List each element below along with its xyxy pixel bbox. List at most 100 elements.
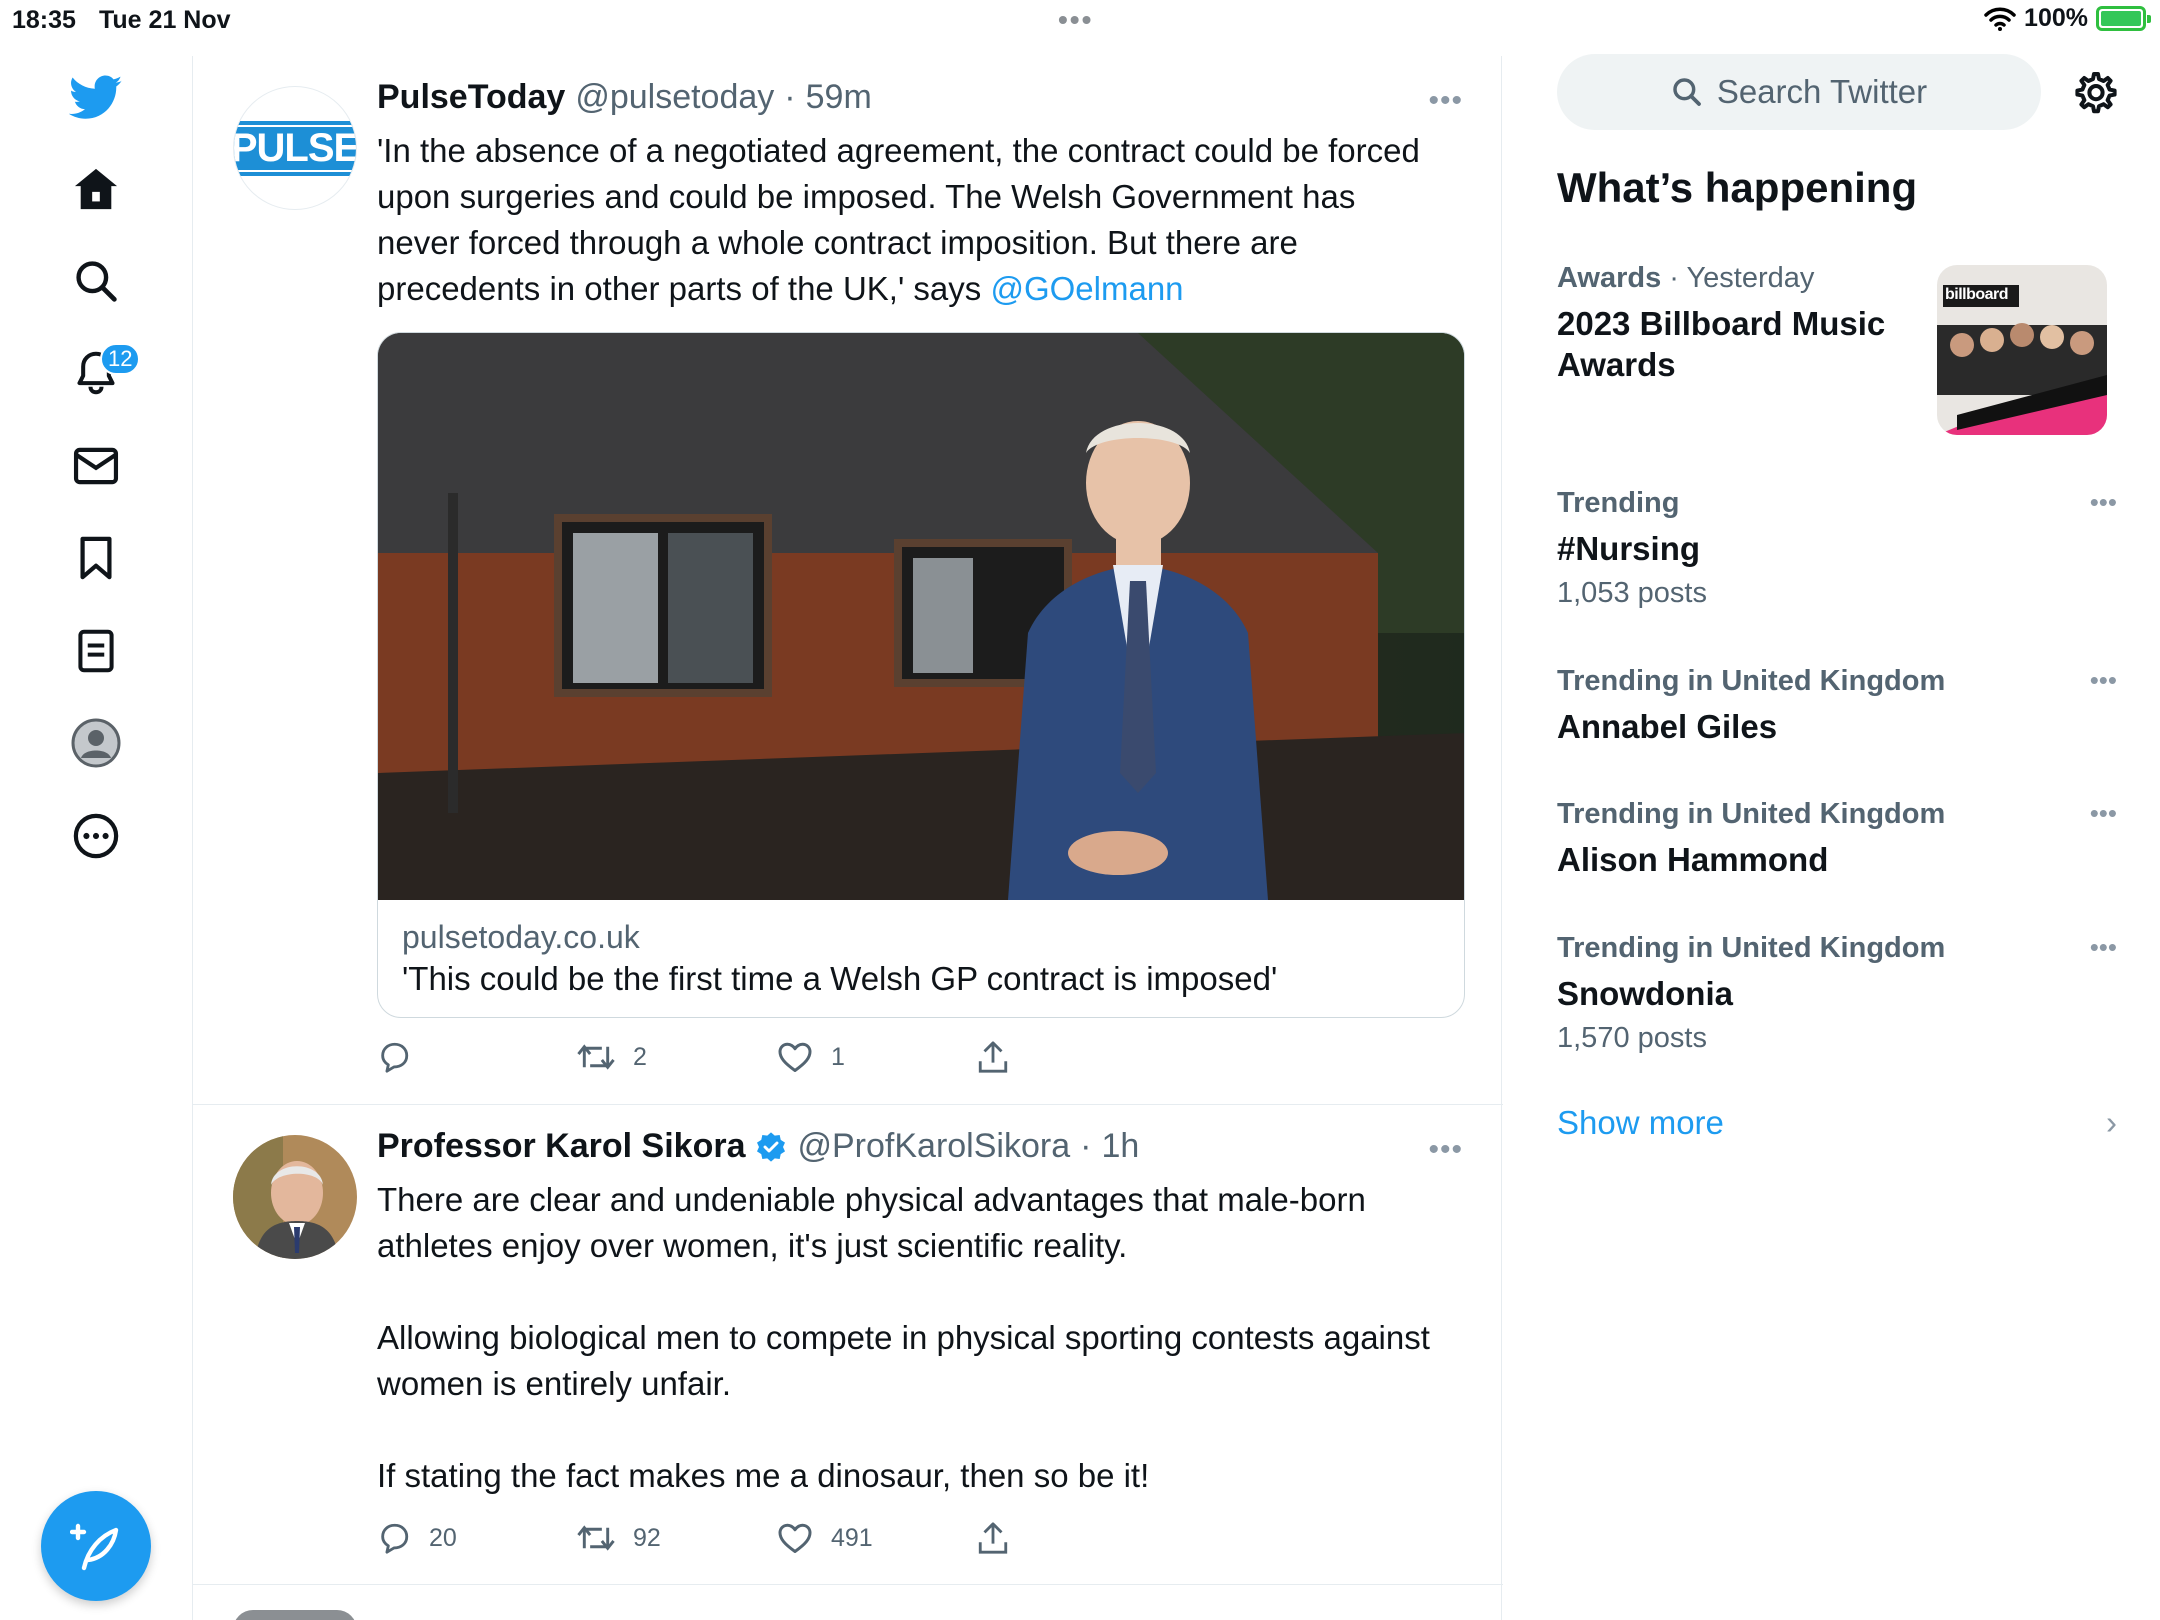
mention-link[interactable]: @GOelmann — [990, 270, 1183, 307]
trend-thumbnail[interactable]: billboard — [1937, 265, 2107, 435]
author-handle[interactable]: @pulsetoday — [575, 78, 774, 117]
heart-icon — [778, 1523, 812, 1553]
share-button[interactable] — [977, 1040, 1009, 1074]
tweet-paragraph: If stating the fact makes me a dinosaur,… — [377, 1457, 1150, 1494]
share-icon — [978, 1041, 1008, 1073]
share-icon — [978, 1522, 1008, 1554]
reply-button[interactable]: 20 — [377, 1521, 457, 1555]
billboard-logo: billboard — [1945, 286, 2009, 303]
messages-envelope-icon[interactable] — [64, 434, 128, 498]
author-name[interactable]: Professor Karol Sikora — [377, 1127, 745, 1166]
wifi-icon — [1984, 7, 2016, 31]
trend-more-icon[interactable]: ••• — [2090, 932, 2117, 963]
trend-more-icon[interactable]: ••• — [2090, 487, 2117, 518]
search-icon — [1673, 78, 1701, 106]
battery-percent: 100% — [2024, 4, 2088, 32]
tweet-time[interactable]: 59m — [806, 78, 872, 117]
tweet[interactable]: PULSE PulseToday @pulsetoday · 59m ••• '… — [193, 56, 1503, 1105]
show-more-label: Show more — [1557, 1104, 1724, 1141]
more-options-icon[interactable] — [64, 804, 128, 868]
search-input[interactable]: Search Twitter — [1557, 54, 2041, 130]
tweet-time[interactable]: 1h — [1101, 1127, 1139, 1166]
status-bar: 18:35 Tue 21 Nov ••• 100% — [0, 0, 2160, 40]
tweet-text: There are clear and undeniable physical … — [377, 1177, 1437, 1499]
like-button[interactable]: 491 — [777, 1521, 873, 1555]
heart-icon — [778, 1042, 812, 1072]
trend-title: Alison Hammond — [1557, 841, 1829, 878]
trend-more-icon[interactable]: ••• — [2090, 665, 2117, 696]
trend-title: Annabel Giles — [1557, 708, 1778, 745]
like-button[interactable]: 1 — [777, 1040, 845, 1074]
tweet-header: Professor Karol Sikora @ProfKarolSikora … — [377, 1127, 1140, 1166]
timeline[interactable]: PULSE PulseToday @pulsetoday · 59m ••• '… — [192, 56, 1503, 1620]
like-count: 491 — [831, 1523, 873, 1552]
profile-avatar-icon[interactable] — [64, 711, 128, 775]
tweet-text: 'In the absence of a negotiated agreemen… — [377, 132, 1420, 307]
trend-title: #Nursing — [1557, 530, 1701, 567]
next-tweet-avatar[interactable] — [233, 1610, 357, 1620]
trend-item[interactable]: Trending #Nursing 1,053 posts ••• — [1557, 487, 2117, 610]
tweet-paragraph: Allowing biological men to compete in ph… — [377, 1319, 1430, 1402]
notifications-bell-icon[interactable]: 12 — [64, 341, 141, 405]
card-title: 'This could be the first time a Welsh GP… — [402, 960, 1278, 997]
reply-count: 20 — [429, 1523, 457, 1552]
status-time: 18:35 — [12, 6, 76, 34]
battery-icon — [2096, 6, 2151, 31]
reply-button[interactable] — [377, 1040, 429, 1074]
twitter-logo-icon[interactable] — [64, 66, 128, 130]
trend-item[interactable]: Trending in United Kingdom Snowdonia 1,5… — [1557, 932, 2117, 1055]
multitasking-dots-icon[interactable]: ••• — [1058, 4, 1093, 36]
trend-title: 2023 Billboard Music Awards — [1557, 305, 1886, 383]
reply-icon — [381, 1042, 409, 1073]
trend-category: Trending — [1557, 487, 1680, 519]
card-domain: pulsetoday.co.uk — [402, 919, 640, 955]
tweet-paragraph: There are clear and undeniable physical … — [377, 1181, 1366, 1264]
notifications-badge: 12 — [100, 343, 141, 375]
author-name[interactable]: PulseToday — [377, 78, 565, 117]
article-photo — [378, 333, 1464, 900]
retweet-count: 92 — [633, 1523, 661, 1552]
tweet-actions: 2 1 — [377, 1040, 1377, 1084]
chevron-right-icon: › — [2106, 1104, 2117, 1141]
trend-when: Yesterday — [1686, 262, 1815, 294]
trend-item[interactable]: Trending in United Kingdom Annabel Giles… — [1557, 665, 2117, 747]
bookmarks-icon[interactable] — [64, 526, 128, 590]
profile-photo — [233, 1135, 357, 1259]
like-count: 1 — [831, 1042, 845, 1071]
whats-happening-title: What’s happening — [1557, 164, 1918, 211]
tweet[interactable]: Professor Karol Sikora @ProfKarolSikora … — [193, 1105, 1503, 1585]
trend-item[interactable]: Trending in United Kingdom Alison Hammon… — [1557, 798, 2117, 880]
trend-title: Snowdonia — [1557, 975, 1733, 1012]
reply-icon — [381, 1523, 409, 1554]
trend-count: 1,053 posts — [1557, 577, 1707, 609]
status-date: Tue 21 Nov — [99, 6, 231, 34]
left-navigation: 12 — [0, 40, 192, 1620]
retweet-count: 2 — [633, 1042, 647, 1071]
search-icon[interactable] — [64, 249, 128, 313]
trend-category: Trending in United Kingdom — [1557, 665, 1946, 697]
verified-badge-icon — [757, 1131, 786, 1162]
compose-feather-icon — [70, 1523, 119, 1571]
right-sidebar: Search Twitter What’s happening Awards ·… — [1502, 40, 2160, 1620]
avatar[interactable]: PULSE — [233, 86, 357, 210]
compose-tweet-button[interactable] — [41, 1491, 151, 1601]
avatar[interactable] — [233, 1135, 357, 1259]
search-placeholder: Search Twitter — [1716, 73, 1928, 110]
show-more-link[interactable]: Show more › — [1557, 1104, 2117, 1142]
trend-more-icon[interactable]: ••• — [2090, 798, 2117, 829]
home-icon[interactable] — [64, 157, 128, 221]
retweet-button[interactable]: 2 — [577, 1040, 647, 1074]
lists-icon[interactable] — [64, 619, 128, 683]
tweet-actions: 20 92 491 — [377, 1521, 1377, 1565]
settings-gear-icon[interactable] — [2072, 68, 2120, 116]
tweet-more-icon[interactable]: ••• — [1428, 1133, 1463, 1167]
retweet-button[interactable]: 92 — [577, 1521, 661, 1555]
author-handle[interactable]: @ProfKarolSikora — [797, 1127, 1070, 1166]
retweet-icon — [577, 1525, 615, 1551]
share-button[interactable] — [977, 1521, 1009, 1555]
trend-category: Trending in United Kingdom — [1557, 932, 1946, 964]
link-card[interactable]: pulsetoday.co.uk 'This could be the firs… — [377, 332, 1465, 1018]
trend-count: 1,570 posts — [1557, 1022, 1707, 1054]
pulse-logo: PULSE — [234, 120, 356, 176]
tweet-more-icon[interactable]: ••• — [1428, 84, 1463, 118]
